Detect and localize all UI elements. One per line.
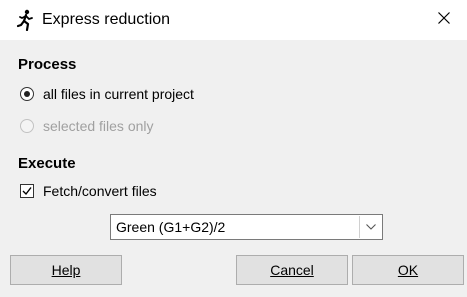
select-value: Green (G1+G2)/2 — [116, 219, 226, 235]
radio-indicator-disabled — [20, 119, 34, 133]
fetch-convert-checkbox-row[interactable]: Fetch/convert files — [20, 180, 157, 202]
running-person-icon — [16, 9, 36, 32]
help-button[interactable]: Help — [10, 255, 122, 285]
radio-selected-files: selected files only — [20, 115, 154, 137]
express-reduction-dialog: Express reduction Process all files in c… — [0, 0, 467, 297]
checkmark-icon — [22, 187, 32, 196]
ok-button[interactable]: OK — [352, 255, 464, 285]
chevron-down-icon[interactable] — [359, 216, 381, 238]
close-button[interactable] — [421, 0, 467, 40]
close-icon — [438, 11, 450, 29]
radio-all-files-label: all files in current project — [43, 86, 194, 102]
radio-selected-files-label: selected files only — [43, 118, 154, 134]
fetch-convert-checkbox[interactable] — [20, 184, 34, 198]
window-title: Express reduction — [42, 11, 171, 28]
radio-all-files[interactable]: all files in current project — [20, 83, 194, 105]
green-channel-select[interactable]: Green (G1+G2)/2 — [110, 214, 383, 240]
cancel-button[interactable]: Cancel — [236, 255, 348, 285]
execute-section-title: Execute — [18, 155, 76, 172]
radio-indicator-checked[interactable] — [20, 87, 34, 101]
fetch-convert-label: Fetch/convert files — [43, 183, 157, 199]
process-section-title: Process — [18, 56, 77, 73]
title-bar: Express reduction — [0, 0, 467, 40]
